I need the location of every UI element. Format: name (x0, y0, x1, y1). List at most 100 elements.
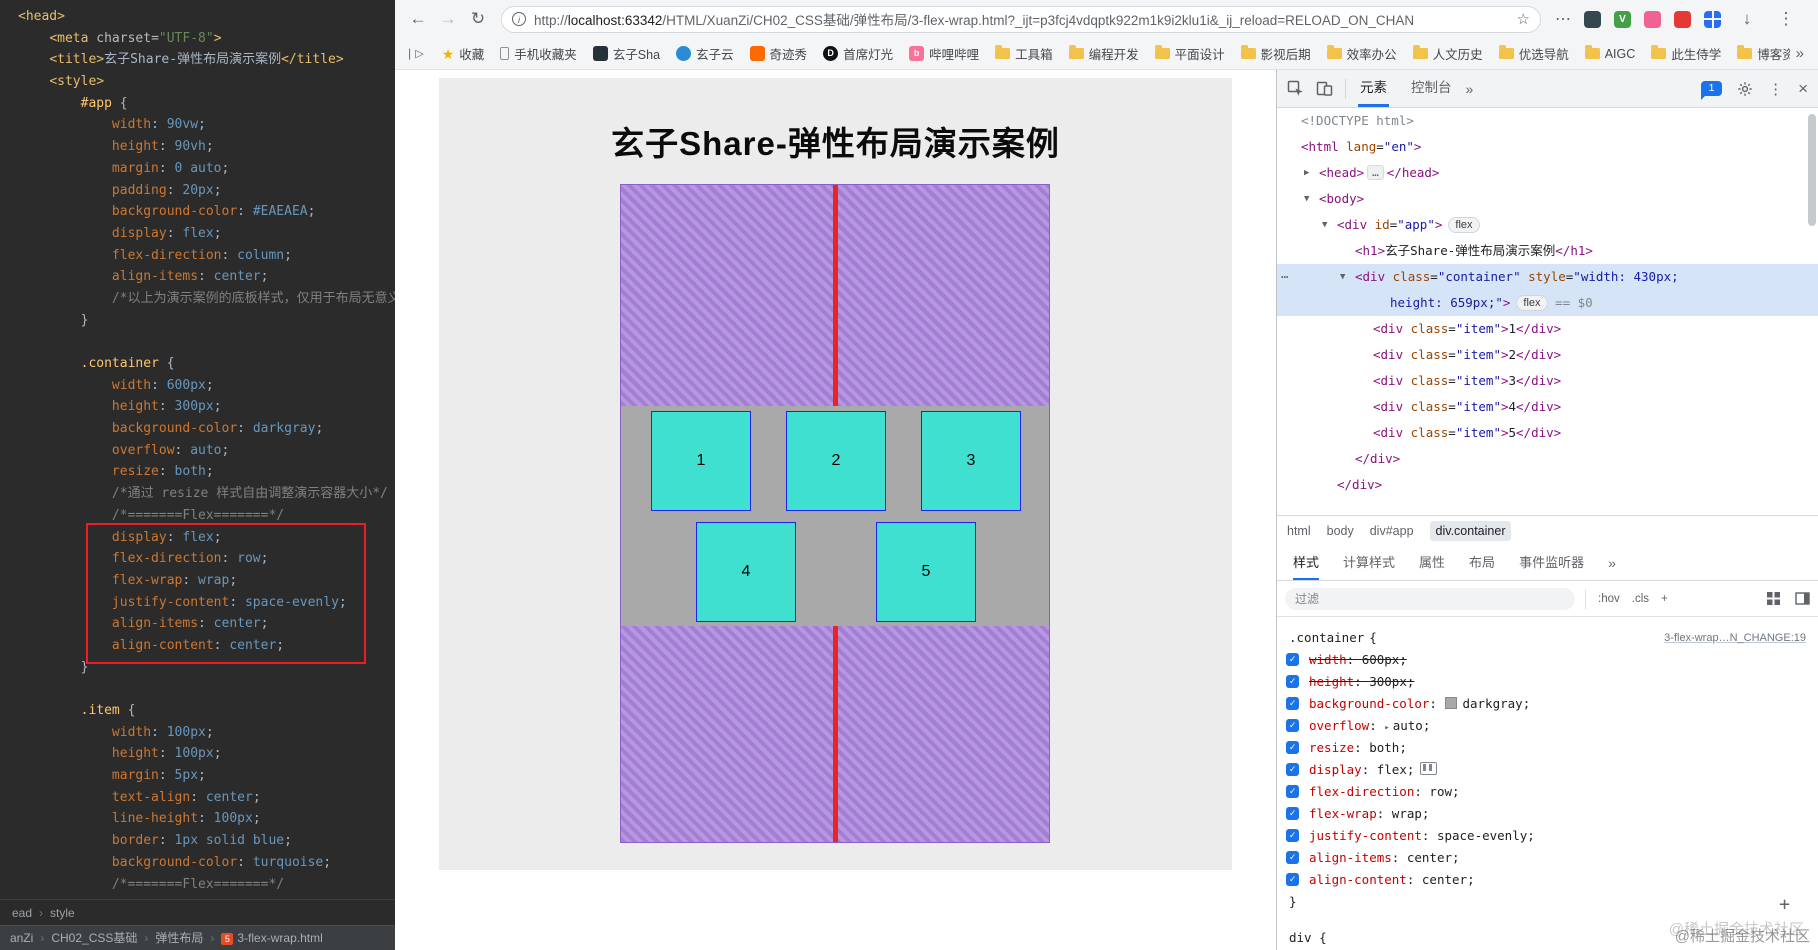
dom-tree-node[interactable]: <div class="item">1</div> (1277, 316, 1818, 342)
dom-breadcrumb-item[interactable]: div.container (1429, 521, 1512, 541)
code-line[interactable]: width: 100px; (18, 722, 395, 744)
code-line[interactable]: <style> (18, 71, 395, 93)
css-property-row[interactable]: ✓ display: flex; (1277, 759, 1818, 781)
bookmark-item[interactable]: 此生侍学 (1644, 40, 1728, 67)
property-checkbox[interactable]: ✓ (1286, 785, 1299, 798)
settings-gear-icon[interactable] (1737, 81, 1753, 97)
downloads-icon[interactable]: ↓ (1734, 9, 1760, 29)
code-line[interactable]: margin: 5px; (18, 765, 395, 787)
page-info-icon[interactable]: i (512, 12, 526, 26)
panel-tab-item[interactable]: 控制台 (1409, 70, 1454, 107)
flex-editor-icon[interactable] (1420, 762, 1438, 775)
extension-icon-green[interactable]: V (1614, 10, 1631, 28)
sidebar-tab-item[interactable]: 事件监听器 (1519, 546, 1584, 580)
code-line[interactable]: /*=======Flex=======*/ (18, 874, 395, 896)
rule-selector[interactable]: .container (1289, 627, 1364, 649)
scrollbar-thumb[interactable] (1808, 114, 1816, 226)
css-property-row[interactable]: ✓ align-content: center; (1277, 869, 1818, 891)
bookmark-item[interactable]: 人文历史 (1406, 40, 1490, 67)
status-path-item[interactable]: 5 3-flex-wrap.html (221, 931, 323, 945)
forward-button[interactable]: → (435, 9, 461, 29)
style-toggle-button[interactable]: + (1661, 593, 1668, 605)
code-line[interactable]: height: 300px; (18, 396, 395, 418)
sidebar-tab-item[interactable]: 属性 (1419, 546, 1445, 580)
code-line[interactable]: overflow: auto; (18, 440, 395, 462)
code-line[interactable]: background-color: turquoise; (18, 852, 395, 874)
bookmark-item[interactable]: D 首席灯光 (816, 40, 900, 67)
css-property-row[interactable]: ✓ flex-wrap: wrap; (1277, 803, 1818, 825)
dom-tree-node[interactable]: ⋯ ▼ <div class="container" style="width: 4… (1277, 264, 1818, 290)
panel-tab-selected[interactable]: 元素 (1358, 70, 1389, 107)
bookmark-item[interactable]: ★ 收藏 (435, 40, 492, 67)
code-editor[interactable]: <head> <meta charset="UTF-8"> <title>玄子S… (18, 6, 395, 895)
dom-tree-node[interactable]: <div class="item">3</div> (1277, 368, 1818, 394)
filter-input[interactable] (1285, 587, 1575, 610)
bookmark-item[interactable]: 平面设计 (1148, 40, 1232, 67)
code-line[interactable]: <head> (18, 6, 395, 28)
expand-arrow-icon[interactable]: ▼ (1340, 264, 1345, 290)
expand-arrow-icon[interactable]: ▼ (1322, 212, 1327, 238)
bookmark-item[interactable]: 手机收藏夹 (493, 40, 584, 67)
css-property-row[interactable]: ✓ width: 600px; (1277, 649, 1818, 671)
ide-status-bar[interactable]: anZi › CH02_CSS基础 › 弹性布局 › 5 3-flex-wrap.html (0, 925, 395, 950)
extension-icon-red[interactable] (1674, 10, 1691, 28)
sidebar-tab-item[interactable]: 布局 (1469, 546, 1495, 580)
code-line[interactable]: #app { (18, 93, 395, 115)
code-line[interactable]: height: 100px; (18, 743, 395, 765)
dom-tree-node[interactable]: <html lang="en"> (1277, 134, 1818, 160)
property-checkbox[interactable]: ✓ (1286, 829, 1299, 842)
css-property-row[interactable]: ✓ height: 300px; (1277, 671, 1818, 693)
property-checkbox[interactable]: ✓ (1286, 697, 1299, 710)
dom-tree-node[interactable]: ▼ <div id="app"> flex (1277, 212, 1818, 238)
code-line[interactable] (18, 678, 395, 700)
bookmark-item[interactable]: 奇迹秀 (743, 40, 815, 67)
node-menu-dots[interactable]: ⋯ (1281, 264, 1289, 290)
status-path-item[interactable]: anZi (10, 931, 33, 945)
property-checkbox[interactable]: ✓ (1286, 851, 1299, 864)
flex-badge[interactable]: flex (1516, 295, 1548, 311)
code-line[interactable]: <meta charset="UTF-8"> (18, 28, 395, 50)
sidebar-tab-item[interactable]: 计算样式 (1343, 546, 1395, 580)
shorthand-expand-icon[interactable]: ▸ (1384, 723, 1389, 733)
extension-icon-pink[interactable] (1644, 10, 1661, 28)
reload-button[interactable]: ↻ (465, 9, 491, 29)
style-source-link[interactable]: 3-flex-wrap…N_CHANGE:19 (1664, 627, 1806, 649)
extensions-overflow-icon[interactable]: ⋯ (1555, 9, 1571, 29)
browser-menu-icon[interactable]: ⋮ (1773, 9, 1799, 29)
side-panel-icon[interactable]: ❘▷ (405, 47, 425, 60)
bookmark-item[interactable]: 效率办公 (1320, 40, 1404, 67)
code-line[interactable]: padding: 20px; (18, 180, 395, 202)
more-panels-icon[interactable]: » (1466, 81, 1474, 97)
extension-icon-dark[interactable] (1584, 10, 1601, 28)
code-line[interactable] (18, 331, 395, 353)
code-line[interactable]: text-align: center; (18, 787, 395, 809)
extension-icon-grid[interactable] (1704, 10, 1721, 28)
code-line[interactable]: /*以上为演示案例的底板样式，仅用于布局无意义*/ (18, 288, 395, 310)
dom-tree-node[interactable]: <div class="item">2</div> (1277, 342, 1818, 368)
dom-tree[interactable]: <!DOCTYPE html> <html lang="en"> ▶ <head>… <… (1277, 108, 1818, 515)
dom-breadcrumb-item[interactable]: html (1287, 524, 1311, 538)
dom-tree-node[interactable]: ▶ <head>… </head> (1277, 160, 1818, 186)
code-line[interactable]: /*通过 resize 样式自由调整演示容器大小*/ (18, 483, 395, 505)
bookmark-star-icon[interactable]: ☆ (1517, 10, 1530, 28)
css-property-row[interactable]: ✓ background-color: darkgray; (1277, 693, 1818, 715)
code-line[interactable]: background-color: darkgray; (18, 418, 395, 440)
new-style-rule-button[interactable]: + (1779, 894, 1790, 916)
bookmark-item[interactable]: 优选导航 (1492, 40, 1576, 67)
bookmark-item[interactable]: 博客资料 (1730, 40, 1790, 67)
dom-tree-node[interactable]: </div> (1277, 446, 1818, 472)
code-line[interactable]: .container { (18, 353, 395, 375)
device-toolbar-icon[interactable] (1316, 80, 1333, 97)
bookmark-item[interactable]: 编程开发 (1062, 40, 1146, 67)
toggle-sidebar-icon[interactable] (1795, 591, 1810, 606)
dom-tree-node[interactable]: </div> (1277, 472, 1818, 498)
more-sidebar-tabs-icon[interactable]: » (1608, 555, 1616, 571)
dom-breadcrumb-item[interactable]: div#app (1370, 524, 1414, 538)
code-line[interactable]: align-items: center; (18, 266, 395, 288)
code-line[interactable]: resize: both; (18, 461, 395, 483)
bookmark-item[interactable]: 影视后期 (1234, 40, 1318, 67)
css-property-row[interactable]: ✓ flex-direction: row; (1277, 781, 1818, 803)
code-line[interactable]: flex-direction: column; (18, 245, 395, 267)
status-path-item[interactable]: 弹性布局 (155, 931, 203, 945)
ide-breadcrumb[interactable]: ead › style (0, 899, 395, 925)
